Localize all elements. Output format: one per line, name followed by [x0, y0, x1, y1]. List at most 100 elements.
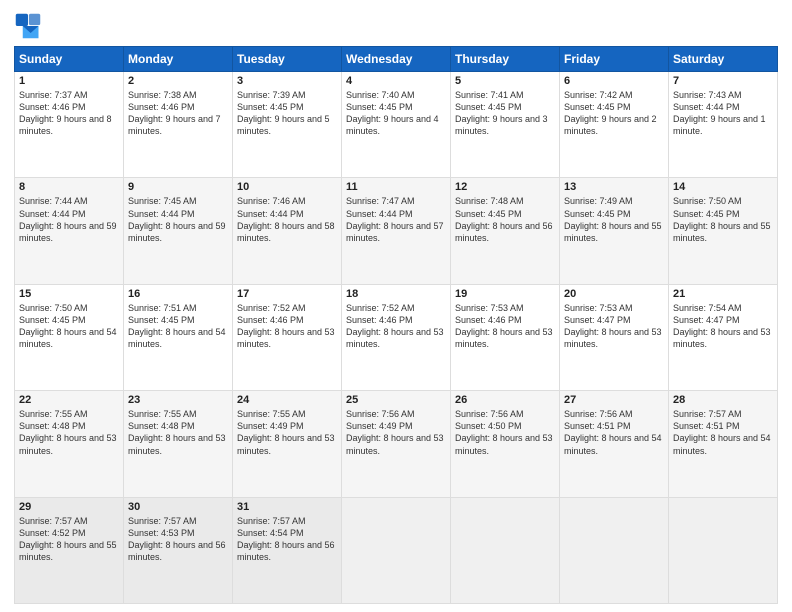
calendar-cell: 13 Sunrise: 7:49 AMSunset: 4:45 PMDaylig…	[560, 178, 669, 284]
cell-content: Sunrise: 7:50 AMSunset: 4:45 PMDaylight:…	[673, 195, 773, 244]
cell-content: Sunrise: 7:40 AMSunset: 4:45 PMDaylight:…	[346, 89, 446, 138]
cell-content: Sunrise: 7:39 AMSunset: 4:45 PMDaylight:…	[237, 89, 337, 138]
day-number: 10	[237, 181, 337, 193]
day-number: 11	[346, 181, 446, 193]
day-number: 14	[673, 181, 773, 193]
weekday-header-wednesday: Wednesday	[342, 47, 451, 72]
calendar-cell: 24 Sunrise: 7:55 AMSunset: 4:49 PMDaylig…	[233, 391, 342, 497]
calendar-cell	[560, 497, 669, 603]
calendar-week-5: 29 Sunrise: 7:57 AMSunset: 4:52 PMDaylig…	[15, 497, 778, 603]
calendar-cell: 7 Sunrise: 7:43 AMSunset: 4:44 PMDayligh…	[669, 72, 778, 178]
day-number: 8	[19, 181, 119, 193]
day-number: 20	[564, 288, 664, 300]
weekday-header-saturday: Saturday	[669, 47, 778, 72]
day-number: 30	[128, 501, 228, 513]
day-number: 23	[128, 394, 228, 406]
day-number: 16	[128, 288, 228, 300]
calendar-cell: 5 Sunrise: 7:41 AMSunset: 4:45 PMDayligh…	[451, 72, 560, 178]
cell-content: Sunrise: 7:56 AMSunset: 4:50 PMDaylight:…	[455, 408, 555, 457]
cell-content: Sunrise: 7:57 AMSunset: 4:51 PMDaylight:…	[673, 408, 773, 457]
cell-content: Sunrise: 7:52 AMSunset: 4:46 PMDaylight:…	[237, 302, 337, 351]
calendar-cell: 21 Sunrise: 7:54 AMSunset: 4:47 PMDaylig…	[669, 284, 778, 390]
day-number: 24	[237, 394, 337, 406]
day-number: 4	[346, 75, 446, 87]
day-number: 15	[19, 288, 119, 300]
calendar-week-4: 22 Sunrise: 7:55 AMSunset: 4:48 PMDaylig…	[15, 391, 778, 497]
weekday-header-friday: Friday	[560, 47, 669, 72]
cell-content: Sunrise: 7:45 AMSunset: 4:44 PMDaylight:…	[128, 195, 228, 244]
calendar-cell: 28 Sunrise: 7:57 AMSunset: 4:51 PMDaylig…	[669, 391, 778, 497]
calendar-cell: 26 Sunrise: 7:56 AMSunset: 4:50 PMDaylig…	[451, 391, 560, 497]
day-number: 2	[128, 75, 228, 87]
calendar-cell	[451, 497, 560, 603]
cell-content: Sunrise: 7:57 AMSunset: 4:54 PMDaylight:…	[237, 515, 337, 564]
calendar-cell: 8 Sunrise: 7:44 AMSunset: 4:44 PMDayligh…	[15, 178, 124, 284]
calendar-cell: 31 Sunrise: 7:57 AMSunset: 4:54 PMDaylig…	[233, 497, 342, 603]
cell-content: Sunrise: 7:49 AMSunset: 4:45 PMDaylight:…	[564, 195, 664, 244]
calendar-cell: 10 Sunrise: 7:46 AMSunset: 4:44 PMDaylig…	[233, 178, 342, 284]
cell-content: Sunrise: 7:51 AMSunset: 4:45 PMDaylight:…	[128, 302, 228, 351]
cell-content: Sunrise: 7:43 AMSunset: 4:44 PMDaylight:…	[673, 89, 773, 138]
calendar-cell: 18 Sunrise: 7:52 AMSunset: 4:46 PMDaylig…	[342, 284, 451, 390]
day-number: 28	[673, 394, 773, 406]
cell-content: Sunrise: 7:46 AMSunset: 4:44 PMDaylight:…	[237, 195, 337, 244]
cell-content: Sunrise: 7:38 AMSunset: 4:46 PMDaylight:…	[128, 89, 228, 138]
day-number: 17	[237, 288, 337, 300]
calendar-cell: 22 Sunrise: 7:55 AMSunset: 4:48 PMDaylig…	[15, 391, 124, 497]
calendar-cell: 4 Sunrise: 7:40 AMSunset: 4:45 PMDayligh…	[342, 72, 451, 178]
cell-content: Sunrise: 7:41 AMSunset: 4:45 PMDaylight:…	[455, 89, 555, 138]
calendar-cell	[342, 497, 451, 603]
logo	[14, 12, 46, 40]
cell-content: Sunrise: 7:55 AMSunset: 4:48 PMDaylight:…	[19, 408, 119, 457]
cell-content: Sunrise: 7:57 AMSunset: 4:52 PMDaylight:…	[19, 515, 119, 564]
calendar-cell: 25 Sunrise: 7:56 AMSunset: 4:49 PMDaylig…	[342, 391, 451, 497]
cell-content: Sunrise: 7:37 AMSunset: 4:46 PMDaylight:…	[19, 89, 119, 138]
cell-content: Sunrise: 7:56 AMSunset: 4:49 PMDaylight:…	[346, 408, 446, 457]
weekday-header-row: SundayMondayTuesdayWednesdayThursdayFrid…	[15, 47, 778, 72]
day-number: 26	[455, 394, 555, 406]
cell-content: Sunrise: 7:47 AMSunset: 4:44 PMDaylight:…	[346, 195, 446, 244]
calendar-week-2: 8 Sunrise: 7:44 AMSunset: 4:44 PMDayligh…	[15, 178, 778, 284]
calendar-cell: 29 Sunrise: 7:57 AMSunset: 4:52 PMDaylig…	[15, 497, 124, 603]
day-number: 12	[455, 181, 555, 193]
weekday-header-monday: Monday	[124, 47, 233, 72]
day-number: 31	[237, 501, 337, 513]
day-number: 25	[346, 394, 446, 406]
calendar-cell: 1 Sunrise: 7:37 AMSunset: 4:46 PMDayligh…	[15, 72, 124, 178]
calendar-cell: 15 Sunrise: 7:50 AMSunset: 4:45 PMDaylig…	[15, 284, 124, 390]
cell-content: Sunrise: 7:42 AMSunset: 4:45 PMDaylight:…	[564, 89, 664, 138]
calendar-cell: 27 Sunrise: 7:56 AMSunset: 4:51 PMDaylig…	[560, 391, 669, 497]
calendar-week-3: 15 Sunrise: 7:50 AMSunset: 4:45 PMDaylig…	[15, 284, 778, 390]
day-number: 27	[564, 394, 664, 406]
day-number: 13	[564, 181, 664, 193]
day-number: 22	[19, 394, 119, 406]
day-number: 6	[564, 75, 664, 87]
calendar-cell: 20 Sunrise: 7:53 AMSunset: 4:47 PMDaylig…	[560, 284, 669, 390]
cell-content: Sunrise: 7:54 AMSunset: 4:47 PMDaylight:…	[673, 302, 773, 351]
calendar-cell: 9 Sunrise: 7:45 AMSunset: 4:44 PMDayligh…	[124, 178, 233, 284]
cell-content: Sunrise: 7:53 AMSunset: 4:47 PMDaylight:…	[564, 302, 664, 351]
weekday-header-thursday: Thursday	[451, 47, 560, 72]
calendar-cell: 23 Sunrise: 7:55 AMSunset: 4:48 PMDaylig…	[124, 391, 233, 497]
calendar-cell	[669, 497, 778, 603]
logo-icon	[14, 12, 42, 40]
cell-content: Sunrise: 7:48 AMSunset: 4:45 PMDaylight:…	[455, 195, 555, 244]
calendar-cell: 30 Sunrise: 7:57 AMSunset: 4:53 PMDaylig…	[124, 497, 233, 603]
calendar-cell: 11 Sunrise: 7:47 AMSunset: 4:44 PMDaylig…	[342, 178, 451, 284]
cell-content: Sunrise: 7:57 AMSunset: 4:53 PMDaylight:…	[128, 515, 228, 564]
calendar-cell: 12 Sunrise: 7:48 AMSunset: 4:45 PMDaylig…	[451, 178, 560, 284]
day-number: 9	[128, 181, 228, 193]
calendar-cell: 16 Sunrise: 7:51 AMSunset: 4:45 PMDaylig…	[124, 284, 233, 390]
day-number: 3	[237, 75, 337, 87]
day-number: 21	[673, 288, 773, 300]
day-number: 29	[19, 501, 119, 513]
cell-content: Sunrise: 7:56 AMSunset: 4:51 PMDaylight:…	[564, 408, 664, 457]
cell-content: Sunrise: 7:55 AMSunset: 4:48 PMDaylight:…	[128, 408, 228, 457]
day-number: 19	[455, 288, 555, 300]
cell-content: Sunrise: 7:53 AMSunset: 4:46 PMDaylight:…	[455, 302, 555, 351]
cell-content: Sunrise: 7:44 AMSunset: 4:44 PMDaylight:…	[19, 195, 119, 244]
calendar-cell: 3 Sunrise: 7:39 AMSunset: 4:45 PMDayligh…	[233, 72, 342, 178]
calendar-cell: 19 Sunrise: 7:53 AMSunset: 4:46 PMDaylig…	[451, 284, 560, 390]
day-number: 18	[346, 288, 446, 300]
cell-content: Sunrise: 7:52 AMSunset: 4:46 PMDaylight:…	[346, 302, 446, 351]
